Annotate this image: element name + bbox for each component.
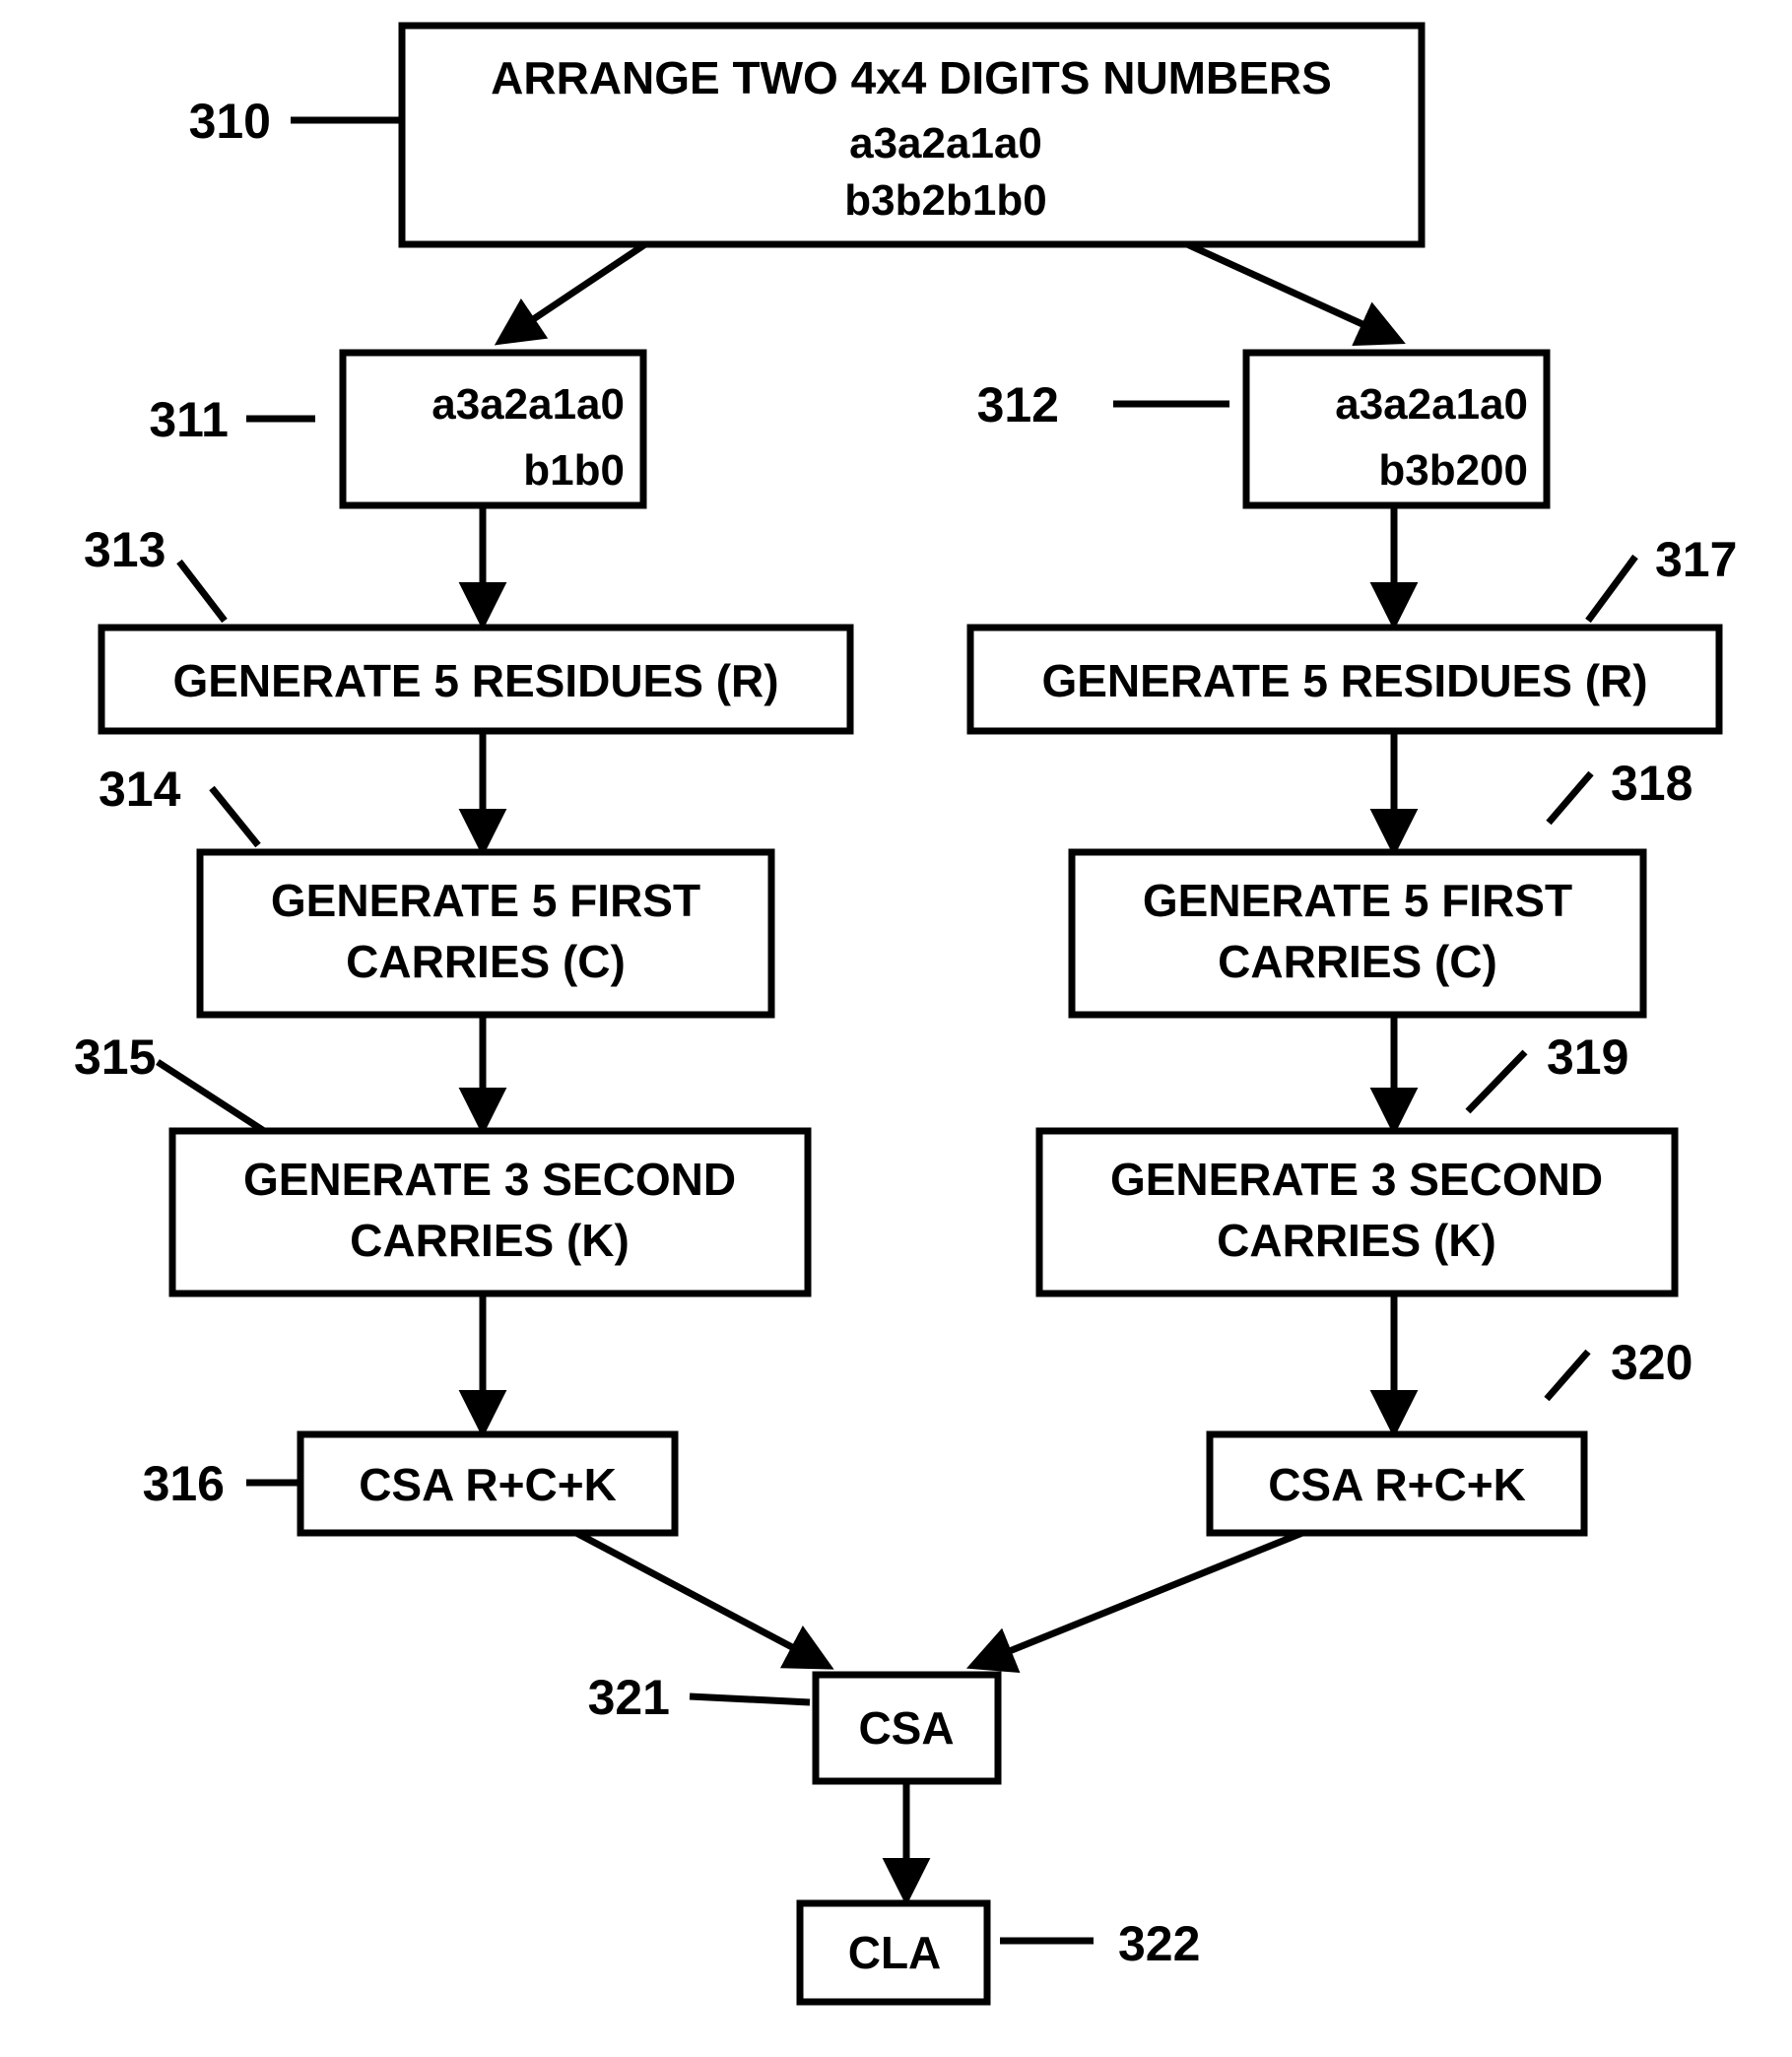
box-left-residues: GENERATE 5 RESIDUES (R)	[98, 624, 854, 735]
box-cla-line1: CLA	[848, 1927, 942, 1978]
arrow-320-to-321	[965, 1529, 1304, 1674]
ref-322: 322	[1118, 1916, 1200, 1971]
box-left-residues-line1: GENERATE 5 RESIDUES (R)	[172, 655, 778, 706]
box-left-operand-line1: a3a2a1a0	[431, 380, 625, 429]
flowchart-svg: ARRANGE TWO 4x4 DIGITS NUMBERS a3a2a1a0 …	[74, 22, 1737, 2006]
ref-312: 312	[977, 377, 1059, 432]
ref-315: 315	[74, 1029, 156, 1085]
ref-317: 317	[1655, 532, 1737, 587]
ref-319: 319	[1547, 1029, 1628, 1085]
box-left-operand-line2: b1b0	[523, 446, 625, 495]
leader-321	[689, 1692, 811, 1706]
ref-314: 314	[99, 762, 181, 817]
box-left-second-carries-line2: CARRIES (K)	[350, 1215, 630, 1266]
box-right-csa-line1: CSA R+C+K	[1268, 1459, 1526, 1510]
leader-315	[156, 1059, 266, 1134]
box-right-first-carries: GENERATE 5 FIRST CARRIES (C)	[1068, 848, 1647, 1019]
arrow-316-to-321	[574, 1529, 834, 1670]
box-right-operand-line1: a3a2a1a0	[1335, 380, 1528, 429]
box-left-first-carries: GENERATE 5 FIRST CARRIES (C)	[196, 848, 775, 1019]
leader-318	[1546, 770, 1594, 826]
box-right-csa: CSA R+C+K	[1206, 1430, 1588, 1537]
box-left-second-carries: GENERATE 3 SECOND CARRIES (K)	[168, 1127, 812, 1297]
box-left-first-carries-line1: GENERATE 5 FIRST	[271, 875, 700, 926]
box-left-first-carries-line2: CARRIES (C)	[346, 936, 626, 987]
box-right-second-carries-line2: CARRIES (K)	[1217, 1215, 1496, 1266]
box-right-first-carries-line1: GENERATE 5 FIRST	[1143, 875, 1572, 926]
box-right-residues: GENERATE 5 RESIDUES (R)	[966, 624, 1723, 735]
box-right-second-carries: GENERATE 3 SECOND CARRIES (K)	[1035, 1127, 1679, 1297]
box-cla: CLA	[796, 1899, 991, 2006]
ref-313: 313	[84, 522, 166, 577]
box-arrange-line3: b3b2b1b0	[844, 176, 1046, 225]
box-arrange: ARRANGE TWO 4x4 DIGITS NUMBERS a3a2a1a0 …	[398, 22, 1426, 248]
box-arrange-line2: a3a2a1a0	[849, 119, 1042, 167]
box-left-operand: a3a2a1a0 b1b0	[339, 349, 647, 509]
ref-316: 316	[143, 1456, 225, 1511]
ref-311: 311	[149, 392, 229, 447]
ref-318: 318	[1611, 756, 1692, 811]
arrow-310-to-312	[1185, 240, 1406, 347]
leader-320	[1544, 1349, 1591, 1402]
box-right-second-carries-line1: GENERATE 3 SECOND	[1110, 1154, 1603, 1205]
leader-313	[176, 559, 228, 624]
ref-310: 310	[189, 94, 271, 149]
box-right-first-carries-line2: CARRIES (C)	[1218, 936, 1497, 987]
box-merge-csa-line1: CSA	[858, 1702, 954, 1754]
leader-317	[1585, 554, 1638, 624]
box-left-csa-line1: CSA R+C+K	[359, 1459, 617, 1510]
box-left-second-carries-line1: GENERATE 3 SECOND	[243, 1154, 736, 1205]
leader-319	[1465, 1049, 1528, 1114]
arrow-310-to-311	[494, 241, 647, 346]
figure-canvas: ARRANGE TWO 4x4 DIGITS NUMBERS a3a2a1a0 …	[0, 0, 1792, 2057]
box-right-residues-line1: GENERATE 5 RESIDUES (R)	[1041, 655, 1647, 706]
box-merge-csa: CSA	[812, 1671, 1002, 1785]
ref-321: 321	[588, 1670, 670, 1725]
leader-314	[209, 785, 261, 848]
box-right-operand: a3a2a1a0 b3b200	[1242, 349, 1551, 509]
box-left-csa: CSA R+C+K	[297, 1430, 679, 1537]
box-arrange-line1: ARRANGE TWO 4x4 DIGITS NUMBERS	[491, 52, 1332, 103]
box-right-operand-line2: b3b200	[1378, 446, 1528, 495]
ref-320: 320	[1611, 1335, 1692, 1390]
